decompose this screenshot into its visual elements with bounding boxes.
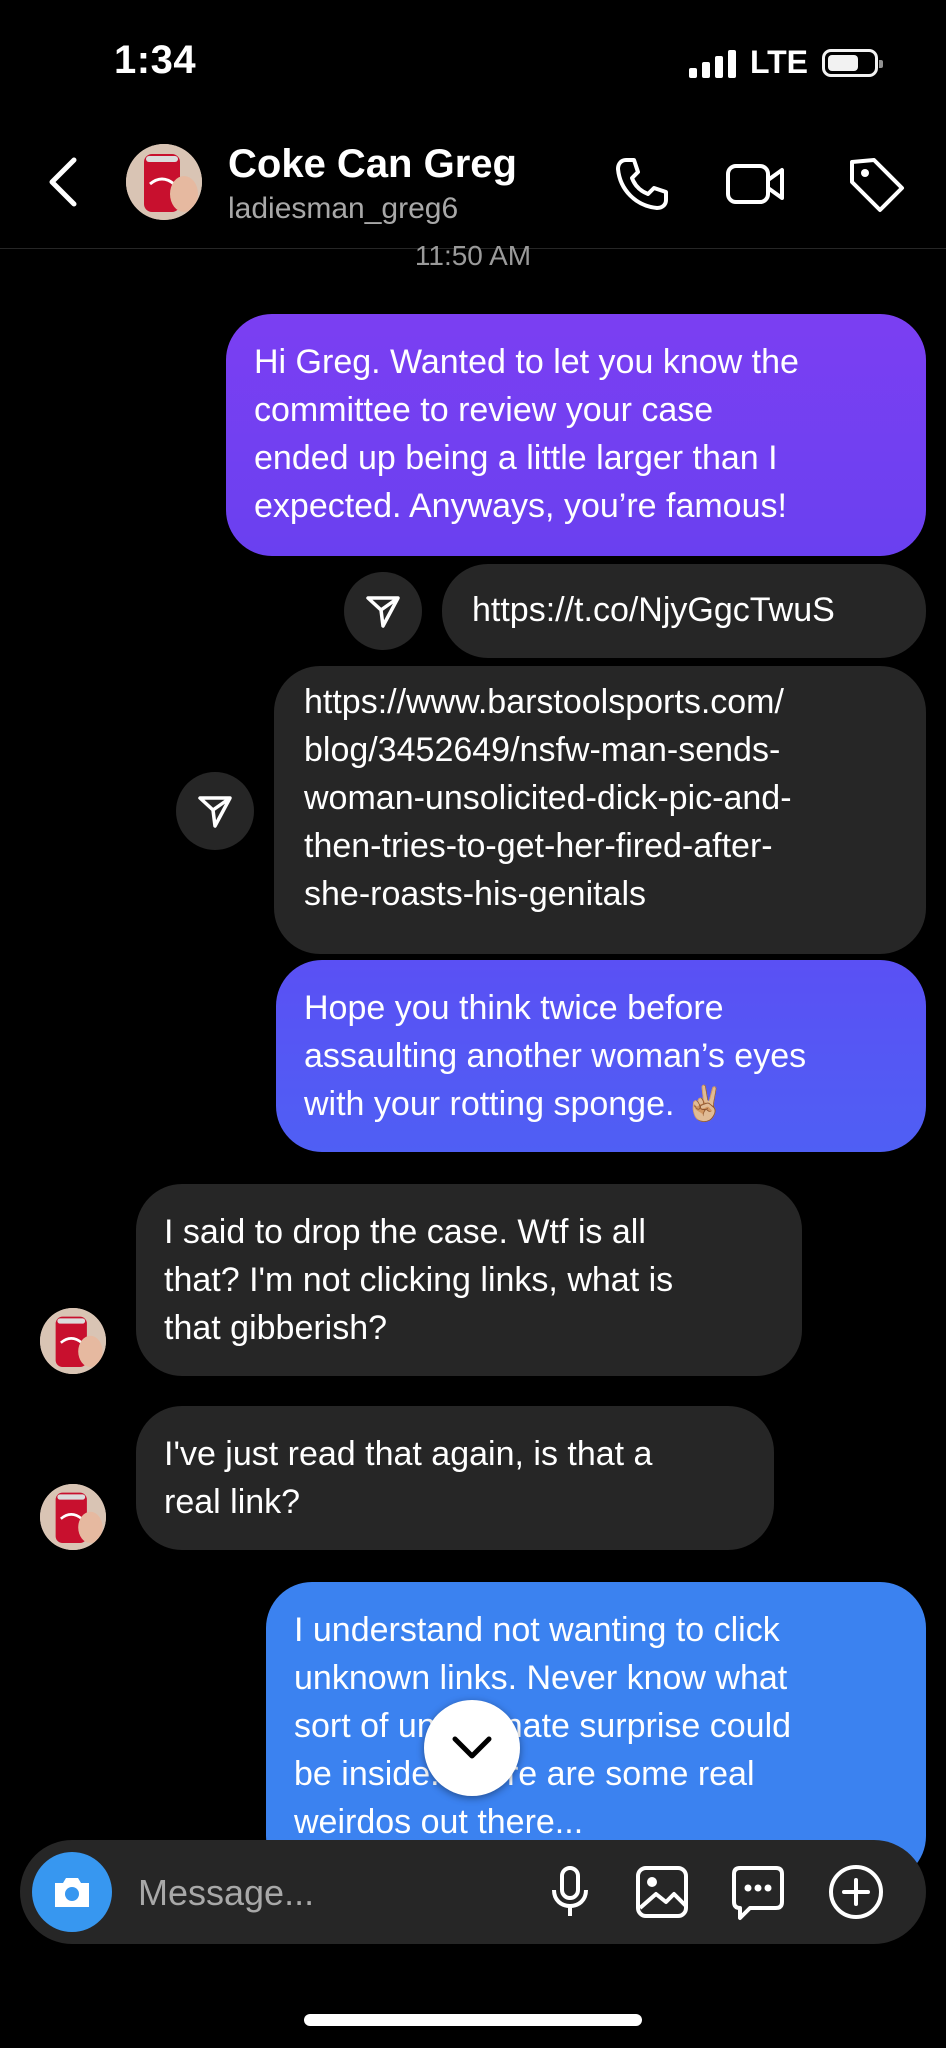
- back-chevron-icon[interactable]: [40, 152, 84, 212]
- signal-icon: [688, 48, 736, 78]
- phone-icon[interactable]: [608, 152, 672, 216]
- chat-header: Coke Can Greg ladiesman_greg6: [0, 130, 946, 249]
- microphone-icon[interactable]: [540, 1862, 600, 1922]
- outgoing-message[interactable]: Hi Greg. Wanted to let you know the comm…: [226, 314, 926, 556]
- outgoing-message[interactable]: I understand not wanting to click unknow…: [266, 1582, 926, 1882]
- send-icon: [366, 596, 400, 628]
- outgoing-message[interactable]: Hope you think twice before assaulting a…: [276, 960, 926, 1152]
- outgoing-link-message[interactable]: https://t.co/NjyGgcTwuS: [442, 564, 926, 658]
- share-button[interactable]: [176, 772, 254, 850]
- message-composer: [20, 1840, 926, 1944]
- camera-icon: [55, 1878, 89, 1907]
- chevron-down-icon: [452, 1736, 492, 1759]
- incoming-message[interactable]: I said to drop the case. Wtf is all that…: [136, 1184, 802, 1376]
- status-indicators: LTE: [688, 44, 883, 81]
- camera-button[interactable]: [32, 1852, 112, 1932]
- share-button[interactable]: [344, 572, 422, 650]
- sender-avatar[interactable]: [40, 1308, 106, 1374]
- contact-username: ladiesman_greg6: [228, 192, 459, 225]
- message-timestamp: 11:50 AM: [414, 240, 532, 271]
- outgoing-link-message[interactable]: https://www.barstoolsports.com/ blog/345…: [274, 666, 926, 954]
- incoming-message[interactable]: I've just read that again, is that a rea…: [136, 1406, 774, 1550]
- tag-icon[interactable]: [844, 152, 908, 216]
- status-time: 1:34: [114, 38, 197, 82]
- sender-avatar[interactable]: [40, 1484, 106, 1550]
- send-icon: [198, 796, 232, 828]
- sticker-chat-icon[interactable]: [728, 1862, 788, 1922]
- network-label: LTE: [749, 44, 808, 80]
- contact-avatar[interactable]: [126, 144, 202, 220]
- video-camera-icon[interactable]: [724, 152, 788, 216]
- message-input[interactable]: [136, 1866, 560, 1920]
- home-indicator[interactable]: [304, 2014, 642, 2026]
- contact-name[interactable]: Coke Can Greg: [228, 142, 517, 187]
- gallery-icon[interactable]: [632, 1862, 692, 1922]
- plus-icon[interactable]: [826, 1862, 886, 1922]
- battery-icon: [822, 48, 883, 77]
- scroll-to-bottom-button[interactable]: [424, 1700, 520, 1796]
